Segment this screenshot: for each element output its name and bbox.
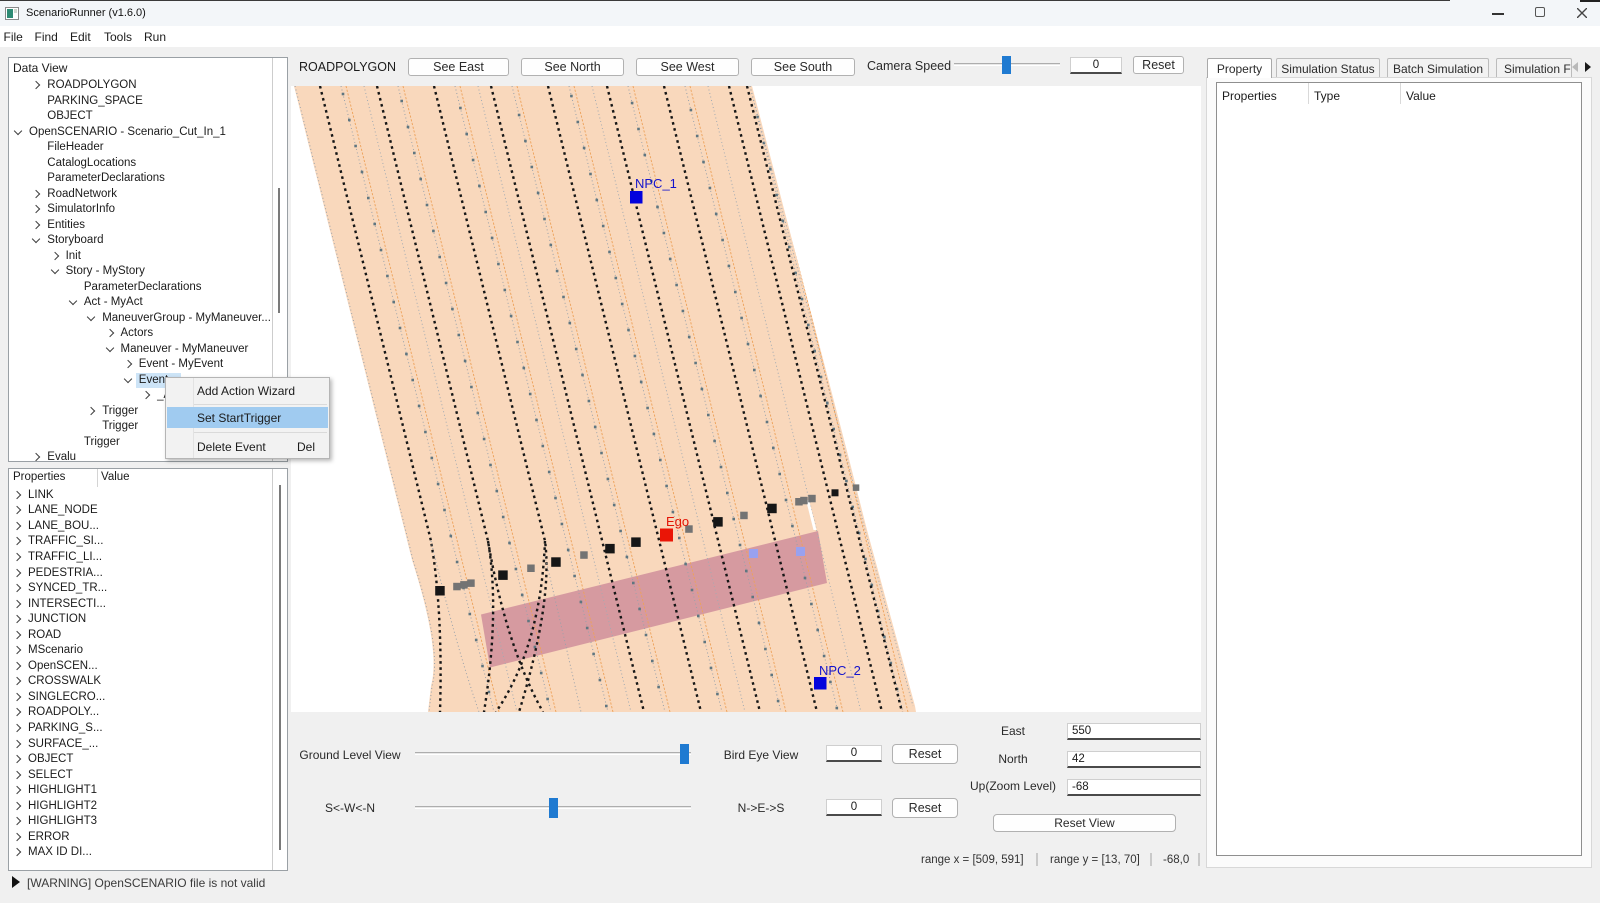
svg-text:Ego: Ego: [666, 514, 689, 529]
svg-text:NPC_2: NPC_2: [819, 663, 861, 678]
svg-text:NPC_1: NPC_1: [635, 176, 677, 191]
